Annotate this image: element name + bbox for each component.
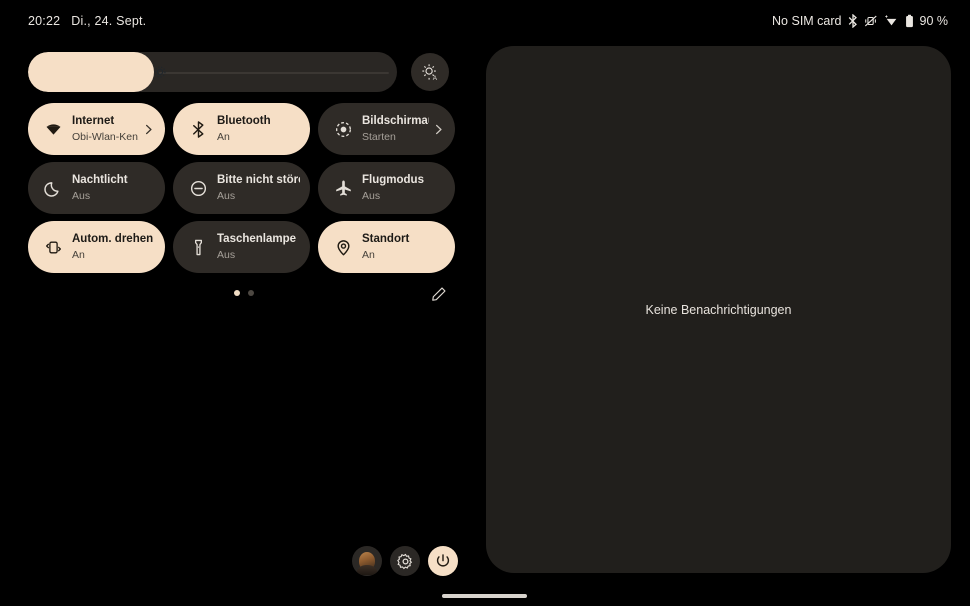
tile-text: Taschenlampe Aus — [217, 233, 300, 261]
tile-subtitle: Aus — [362, 189, 381, 202]
brightness-row: A — [28, 52, 453, 92]
quick-settings-tiles: Internet Obi-Wlan-Ken.. Bluetooth An Bildsch… — [28, 103, 455, 273]
navigation-gesture-bar[interactable] — [442, 594, 527, 598]
tile-text: Bitte nicht stören Aus — [217, 174, 300, 202]
tile-text: Nachtlicht Aus — [72, 174, 155, 202]
wifi-icon — [43, 119, 63, 139]
notification-panel[interactable]: Keine Benachrichtigungen — [486, 46, 951, 573]
wifi-icon — [884, 14, 899, 28]
tile-standort[interactable]: Standort An — [318, 221, 455, 273]
page-dot-1[interactable] — [234, 290, 240, 296]
settings-button[interactable] — [390, 546, 420, 576]
bluetooth-icon — [848, 14, 858, 28]
status-date: Di., 24. Sept. — [71, 14, 147, 28]
gear-icon — [396, 553, 414, 570]
svg-text:A: A — [433, 75, 438, 82]
tile-subtitle: An — [217, 130, 230, 143]
tile-text: Autom. drehen An — [72, 233, 155, 261]
status-bar: 20:22 Di., 24. Sept. No SIM card 90 % — [0, 0, 970, 42]
status-time: 20:22 — [28, 14, 61, 28]
tile-bluetooth[interactable]: Bluetooth An — [173, 103, 310, 155]
tile-title: Internet — [72, 115, 115, 128]
tile-subtitle: Obi-Wlan-Ken.. — [72, 130, 139, 143]
tile-bildschirmau[interactable]: Bildschirmau.. Starten — [318, 103, 455, 155]
battery-icon — [905, 14, 914, 28]
brightness-slider-track — [159, 71, 389, 74]
tile-text: Internet Obi-Wlan-Ken.. — [72, 115, 139, 143]
tile-bitte-nicht-st-ren[interactable]: Bitte nicht stören Aus — [173, 162, 310, 214]
status-sim-text: No SIM card — [772, 14, 842, 28]
tile-title: Bildschirmau.. — [362, 115, 429, 128]
brightness-slider[interactable] — [28, 52, 397, 92]
power-icon — [435, 553, 451, 569]
power-button[interactable] — [428, 546, 458, 576]
quick-settings-footer — [28, 283, 455, 305]
tile-title: Bitte nicht stören — [217, 174, 300, 187]
do-not-disturb-icon — [188, 178, 208, 198]
tile-subtitle: An — [72, 248, 85, 261]
vibrate-off-icon — [864, 14, 878, 28]
tile-subtitle: An — [362, 248, 375, 261]
tile-text: Flugmodus Aus — [362, 174, 445, 202]
brightness-icon — [152, 64, 168, 80]
tile-internet[interactable]: Internet Obi-Wlan-Ken.. — [28, 103, 165, 155]
tile-title: Autom. drehen — [72, 233, 154, 246]
auto-brightness-button[interactable]: A — [411, 53, 449, 91]
location-icon — [333, 237, 353, 257]
airplane-icon — [333, 178, 353, 198]
tile-title: Bluetooth — [217, 115, 271, 128]
tile-text: Standort An — [362, 233, 445, 261]
no-notifications-text: Keine Benachrichtigungen — [645, 302, 792, 317]
tile-subtitle: Aus — [72, 189, 91, 202]
tile-flugmodus[interactable]: Flugmodus Aus — [318, 162, 455, 214]
bluetooth-icon — [188, 119, 208, 139]
page-dot-2[interactable] — [248, 290, 254, 296]
chevron-right-icon[interactable] — [431, 122, 445, 136]
status-battery-text: 90 % — [919, 14, 949, 28]
status-bar-right: No SIM card 90 % — [772, 14, 948, 28]
user-avatar-button[interactable] — [352, 546, 382, 576]
flashlight-icon — [188, 237, 208, 257]
quick-settings-screen: 20:22 Di., 24. Sept. No SIM card 90 % A … — [0, 0, 970, 606]
page-indicator — [234, 290, 254, 296]
chevron-right-icon[interactable] — [141, 122, 155, 136]
status-bar-left: 20:22 Di., 24. Sept. — [28, 14, 146, 28]
tile-title: Flugmodus — [362, 174, 424, 187]
tile-text: Bluetooth An — [217, 115, 300, 143]
tile-subtitle: Starten — [362, 130, 396, 143]
tile-subtitle: Aus — [217, 248, 236, 261]
bottom-action-bar — [352, 546, 458, 576]
tile-title: Nachtlicht — [72, 174, 128, 187]
avatar-body — [356, 565, 378, 575]
tile-title: Standort — [362, 233, 410, 246]
moon-icon — [43, 178, 63, 198]
tile-text: Bildschirmau.. Starten — [362, 115, 429, 143]
edit-tiles-button[interactable] — [431, 286, 447, 302]
tile-nachtlicht[interactable]: Nachtlicht Aus — [28, 162, 165, 214]
screen-record-icon — [333, 119, 353, 139]
brightness-slider-fill — [28, 52, 154, 92]
tile-taschenlampe[interactable]: Taschenlampe Aus — [173, 221, 310, 273]
tile-subtitle: Aus — [217, 189, 236, 202]
auto-rotate-icon — [43, 237, 63, 257]
tile-autom-drehen[interactable]: Autom. drehen An — [28, 221, 165, 273]
tile-title: Taschenlampe — [217, 233, 297, 246]
auto-brightness-icon: A — [420, 62, 440, 82]
